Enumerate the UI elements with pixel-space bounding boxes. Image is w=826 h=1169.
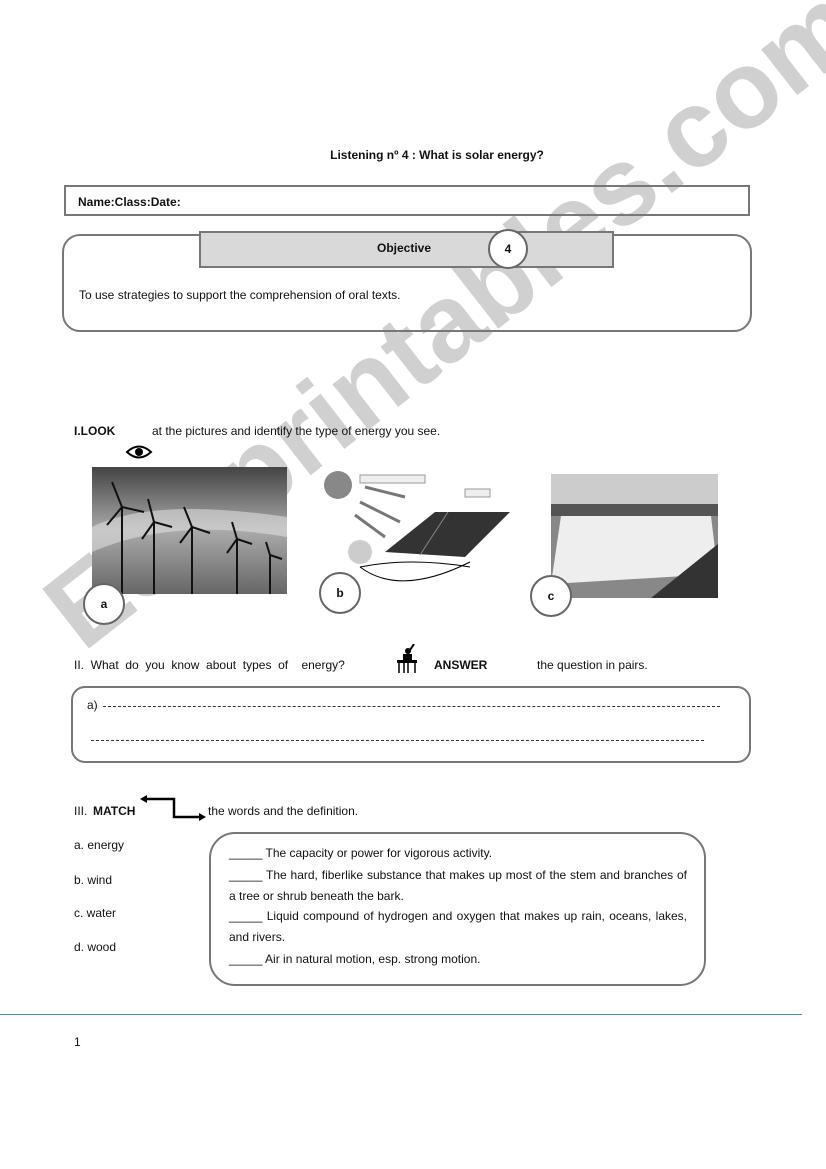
match-keyword: MATCH	[93, 804, 136, 818]
objective-number: 4	[488, 229, 528, 269]
page-title: Listening nº 4 : What is solar energy?	[330, 148, 544, 162]
answer-prefix: a)	[87, 698, 98, 712]
answer-box	[71, 686, 751, 763]
answer-line-2[interactable]	[91, 740, 704, 741]
footer-divider	[0, 1014, 802, 1015]
section3-instruction: the words and the definition.	[208, 804, 359, 818]
picture-label-c: c	[530, 575, 572, 617]
name-class-date-label: Name:Class:Date:	[78, 195, 181, 209]
wind-turbines-picture	[92, 467, 287, 594]
page-number: 1	[74, 1035, 81, 1049]
definition-3: _____ Liquid compound of hydrogen and ox…	[229, 909, 687, 944]
objective-header: Objective	[199, 231, 614, 268]
objective-label: Objective	[377, 241, 432, 255]
objective-text: To use strategies to support the compreh…	[79, 288, 401, 302]
section3-prefix: III.	[74, 804, 88, 818]
definition-4: _____ Air in natural motion, esp. strong…	[229, 952, 481, 966]
word-energy: a. energy	[74, 838, 125, 852]
picture-label-a: a	[83, 583, 125, 625]
word-wood: d. wood	[74, 940, 117, 954]
section1-instruction: at the pictures and identify the type of…	[152, 424, 441, 438]
section1-heading: I.LOOK	[74, 424, 116, 438]
word-water: c. water	[74, 906, 117, 920]
definition-1: _____ The capacity or power for vigorous…	[229, 846, 493, 860]
answer-line-1[interactable]	[103, 706, 720, 707]
name-class-date-box: Name:Class:Date:	[64, 185, 750, 216]
picture-label-b: b	[319, 572, 361, 614]
section2-instruction: the question in pairs.	[537, 658, 648, 672]
definition-2: _____ The hard, fiberlike substance that…	[229, 868, 687, 903]
dam-picture	[551, 474, 718, 598]
eye-icon	[125, 445, 153, 459]
section2-question: II. What do you know about types of ener…	[74, 658, 345, 672]
matching-arrows-icon	[140, 795, 206, 821]
answer-keyword: ANSWER	[434, 658, 488, 672]
word-wind: b. wind	[74, 873, 113, 887]
student-at-desk-icon	[397, 644, 417, 673]
